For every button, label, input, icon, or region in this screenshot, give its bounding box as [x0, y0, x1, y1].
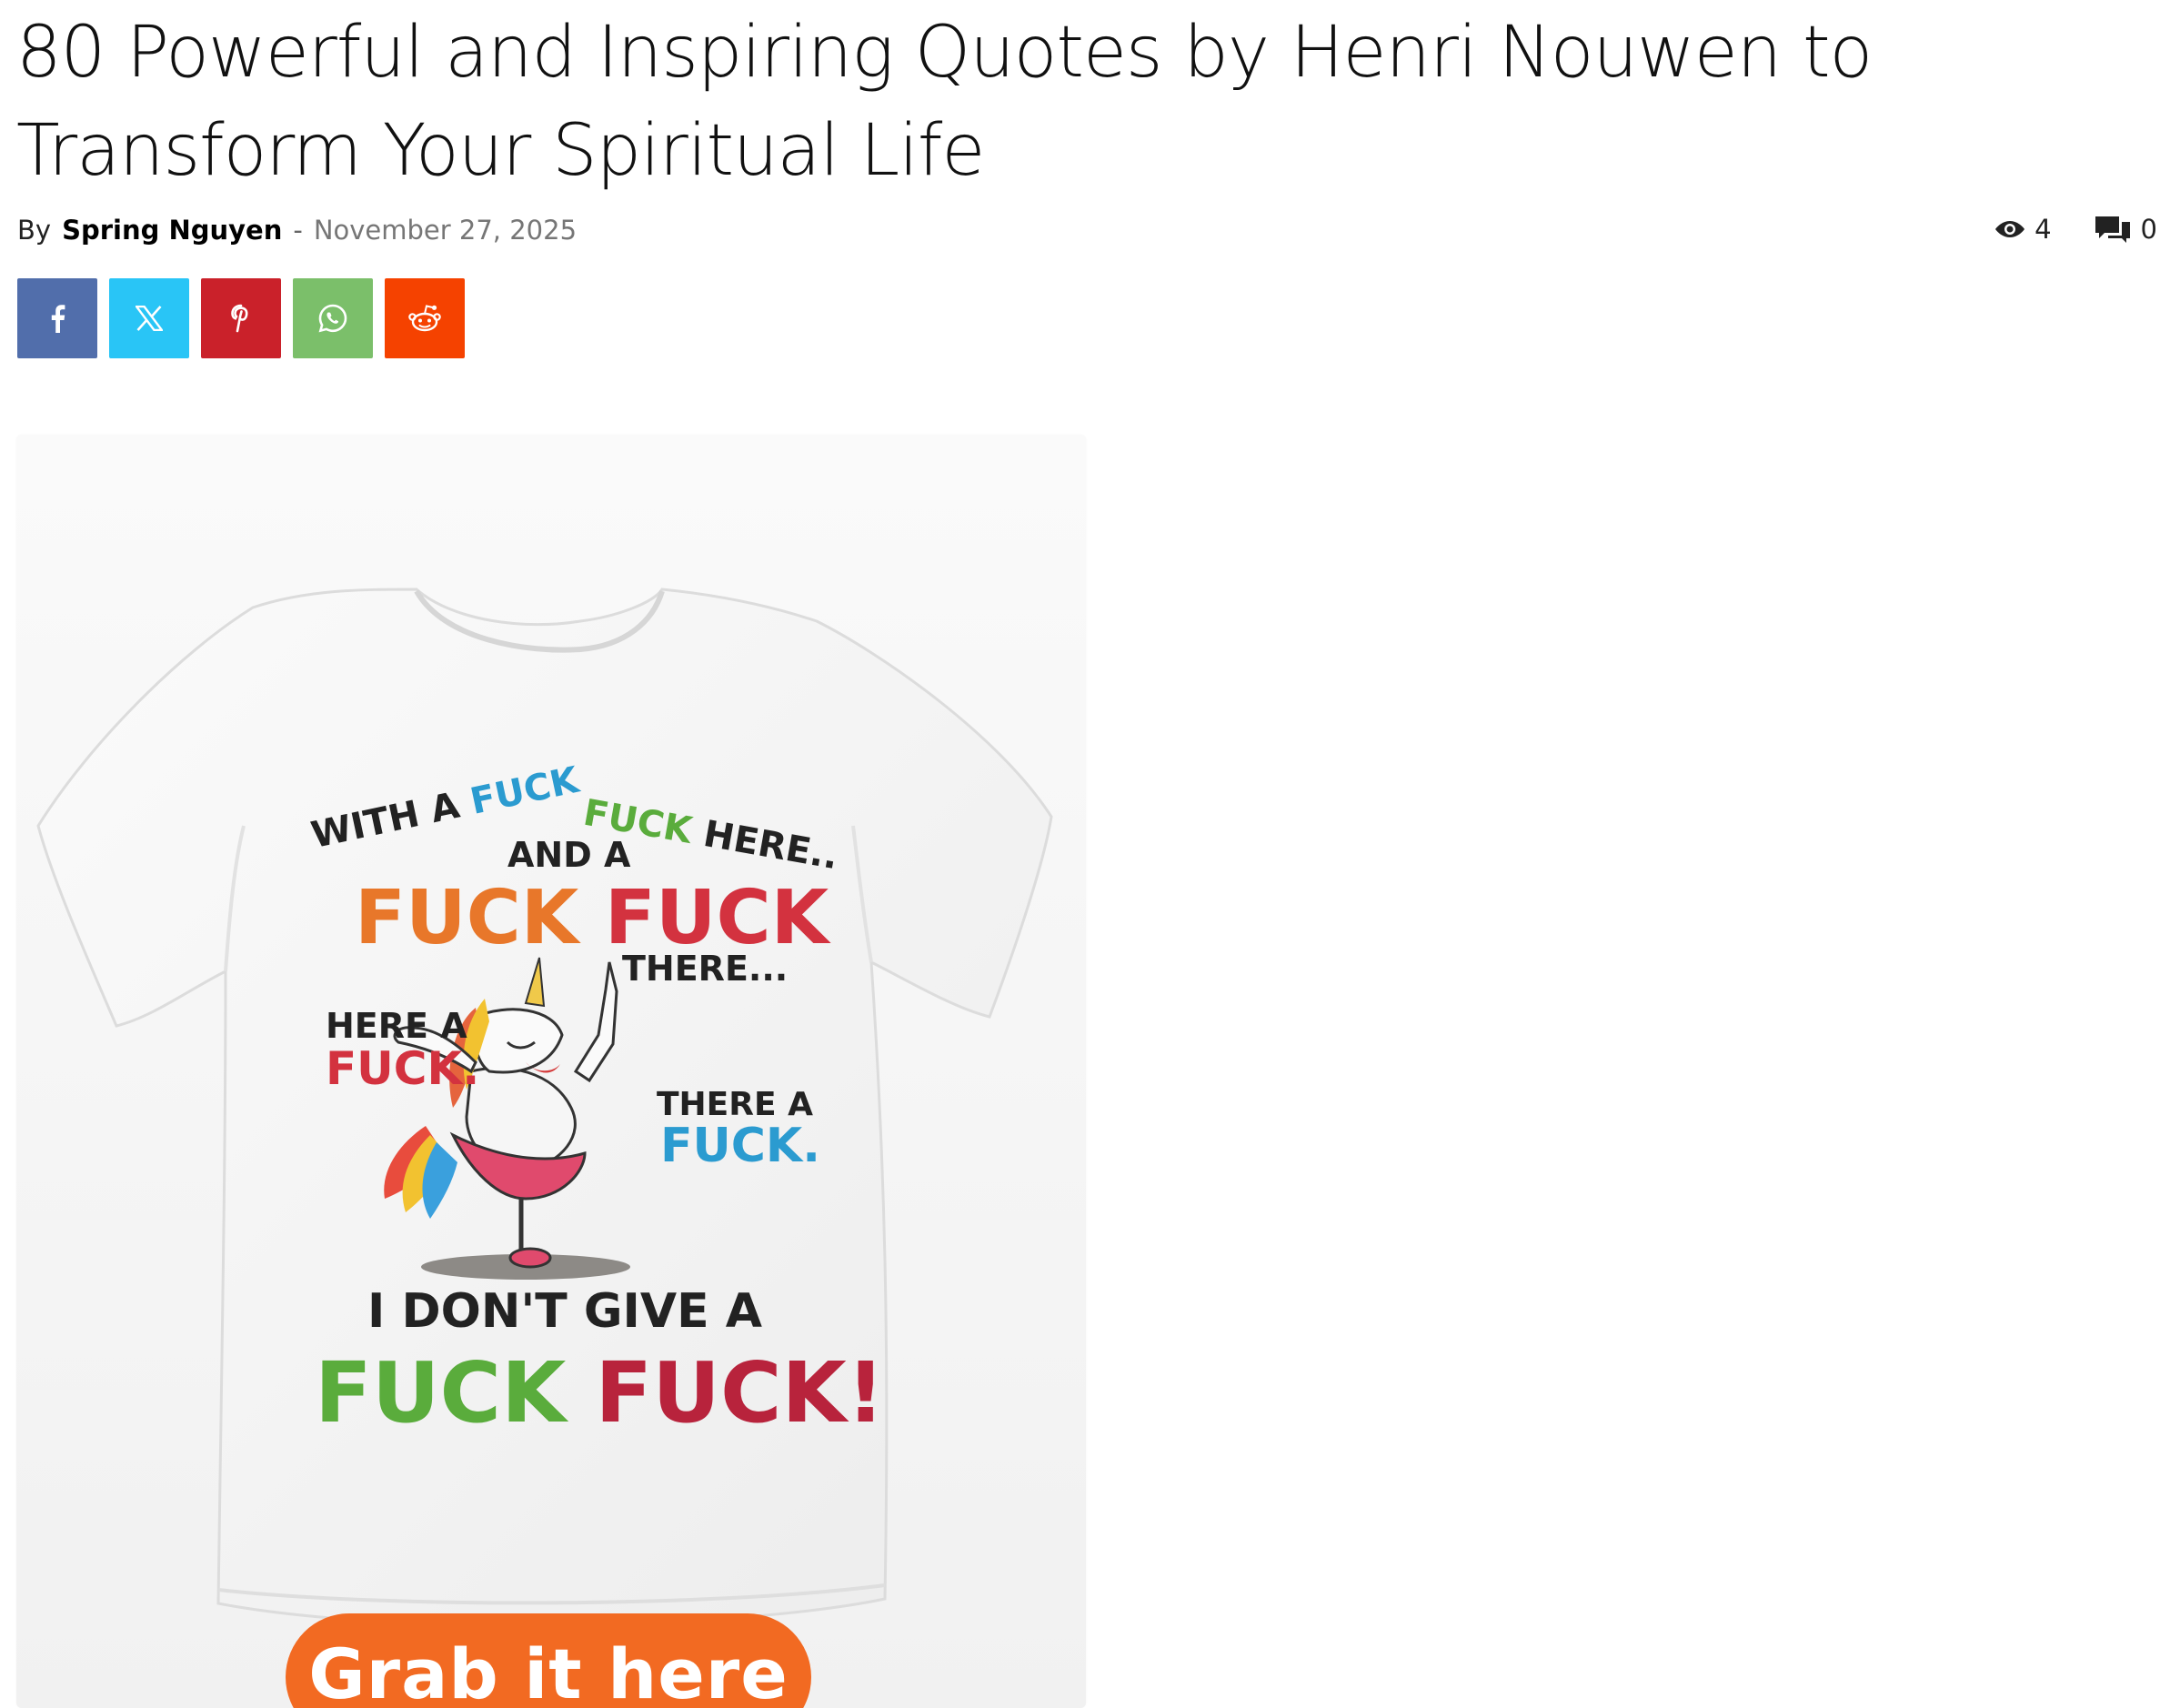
comments-icon: [2095, 216, 2130, 243]
whatsapp-icon: [318, 304, 347, 333]
reddit-icon: [408, 305, 441, 332]
shirt-line-2: AND A: [507, 835, 631, 875]
shirt-line-7: I DON'T GIVE A: [367, 1284, 762, 1339]
views-count: 4: [1994, 214, 2052, 245]
article-meta: By Spring Nguyen - November 27, 2025: [17, 212, 577, 248]
share-whatsapp-button[interactable]: [293, 278, 373, 358]
share-pinterest-button[interactable]: [201, 278, 281, 358]
ad-banner[interactable]: WITH A FUCK FUCK HERE.. AND A FUCK FUCK …: [16, 435, 1086, 1708]
grab-it-here-label: Grab it here: [308, 1633, 789, 1708]
shirt-text-word: FUCK!: [595, 1344, 885, 1442]
x-icon: [136, 306, 163, 331]
shirt-line-8: FUCK FUCK!: [315, 1344, 885, 1442]
post-stats: 4 0: [1994, 211, 2157, 247]
grab-it-here-button[interactable]: Grab it here: [286, 1613, 811, 1708]
shirt-line-5b: FUCK.: [326, 1042, 480, 1095]
post-date: November 27, 2025: [313, 215, 578, 246]
share-facebook-button[interactable]: [17, 278, 97, 358]
share-reddit-button[interactable]: [385, 278, 465, 358]
shirt-text-word: FUCK: [315, 1344, 567, 1442]
eye-icon: [1995, 221, 2025, 237]
views-value: 4: [2034, 214, 2052, 245]
pinterest-icon: [231, 304, 248, 333]
shirt-text-word: FUCK: [355, 875, 579, 961]
by-label: By: [17, 215, 52, 246]
share-x-button[interactable]: [109, 278, 189, 358]
meta-separator: -: [293, 215, 303, 246]
shirt-line-5a: HERE A: [326, 1006, 467, 1046]
tshirt-image: [16, 435, 1086, 1708]
share-buttons: [17, 278, 477, 358]
comments-count[interactable]: 0: [2094, 214, 2157, 245]
facebook-icon: [51, 305, 65, 333]
shirt-line-4: THERE...: [622, 949, 789, 989]
article-title: 80 Powerful and Inspiring Quotes by Henr…: [16, 12, 1873, 192]
comments-value: 0: [2140, 214, 2157, 245]
shirt-line-6a: THERE A: [657, 1086, 813, 1123]
author-link[interactable]: Spring Nguyen: [62, 215, 282, 246]
shirt-line-6b: FUCK.: [660, 1119, 820, 1173]
